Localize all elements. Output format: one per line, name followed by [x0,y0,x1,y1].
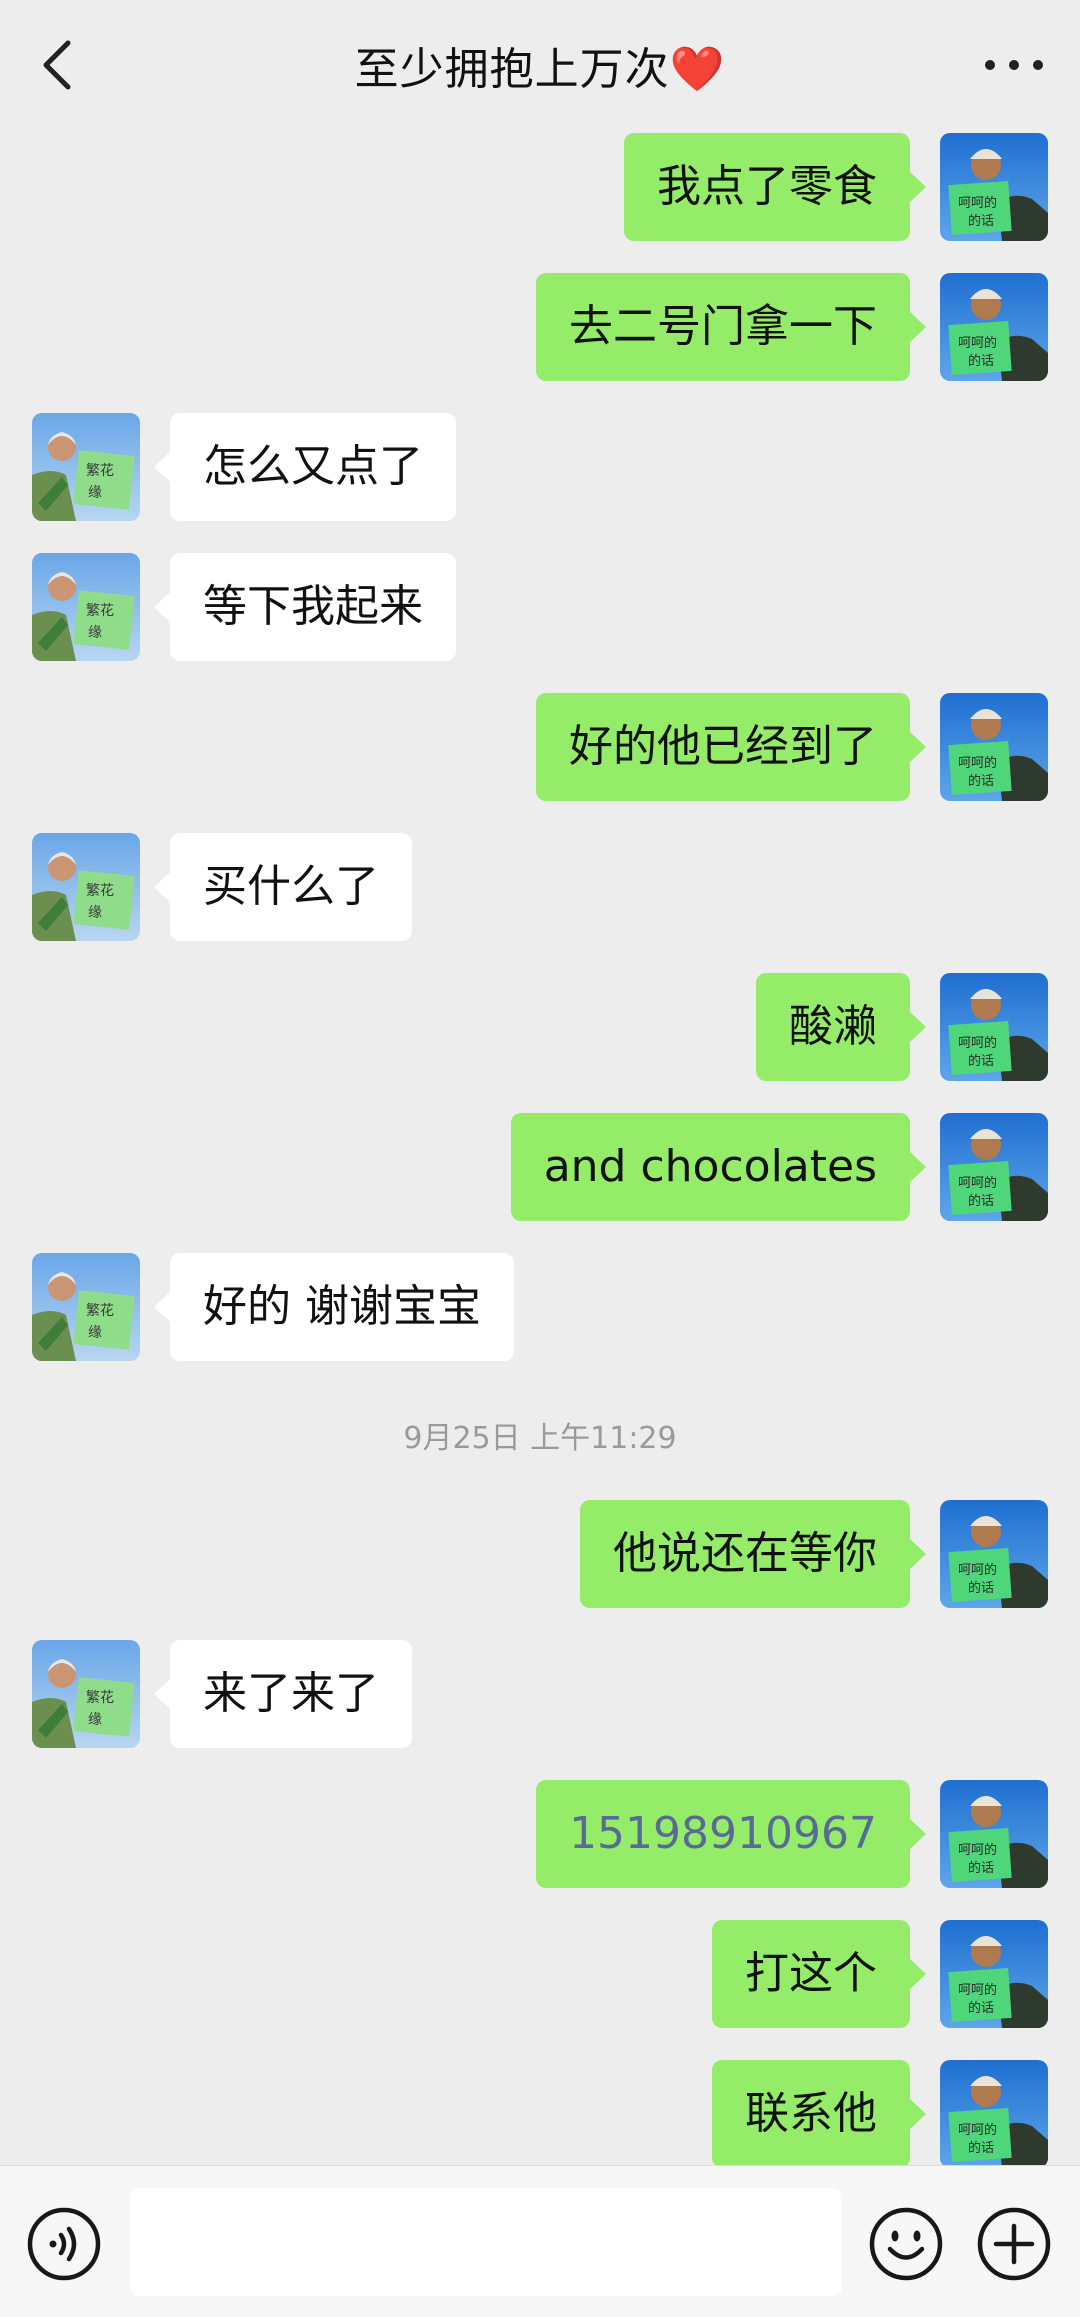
avatar[interactable] [32,1253,140,1361]
message-row: 买什么了 [0,833,1080,941]
chat-title-text: 至少拥抱上万次 [354,44,670,95]
message-row: 他说还在等你 [0,1500,1080,1608]
plus-icon [977,2207,1051,2281]
message-bubble[interactable]: 我点了零食 [624,133,926,241]
message-row: 来了来了 [0,1640,1080,1748]
message-bubble[interactable]: 酸濑 [756,973,926,1081]
emoji-button[interactable] [868,2206,944,2282]
message-row: 联系他 [0,2060,1080,2165]
back-button[interactable] [28,35,88,95]
message-bubble[interactable]: 来了来了 [154,1640,412,1748]
avatar[interactable] [940,1113,1048,1221]
message-row: 怎么又点了 [0,413,1080,521]
voice-button[interactable] [26,2206,102,2282]
avatar[interactable] [940,693,1048,801]
avatar[interactable] [940,2060,1048,2165]
input-bar [0,2165,1080,2317]
chevron-left-icon [43,40,71,90]
message-bubble[interactable]: 买什么了 [154,833,412,941]
avatar[interactable] [940,1780,1048,1888]
avatar[interactable] [940,973,1048,1081]
avatar[interactable] [940,1920,1048,2028]
chat-title: 至少拥抱上万次❤️ [355,33,726,97]
emoji-icon [869,2207,943,2281]
more-functions-button[interactable] [976,2206,1052,2282]
avatar[interactable] [32,833,140,941]
avatar[interactable] [32,553,140,661]
message-bubble[interactable]: 好的 谢谢宝宝 [154,1253,514,1361]
message-bubble[interactable]: 好的他已经到了 [536,693,926,801]
message-bubble[interactable]: 打这个 [712,1920,926,2028]
message-bubble[interactable]: 怎么又点了 [154,413,456,521]
heart-emoji: ❤️ [669,44,726,95]
avatar[interactable] [32,413,140,521]
message-input[interactable] [130,2188,842,2296]
ellipsis-icon [985,60,1043,70]
message-bubble[interactable]: and chocolates [510,1113,927,1221]
phone-number-link[interactable]: 15198910967 [536,1780,926,1888]
avatar[interactable] [32,1640,140,1748]
message-row: 打这个 [0,1920,1080,2028]
message-row: 好的 谢谢宝宝 [0,1253,1080,1361]
message-bubble[interactable]: 联系他 [712,2060,926,2165]
chat-header: 至少拥抱上万次❤️ [0,0,1080,130]
message-timestamp: 9月25日 上午11:29 [403,1421,677,1456]
message-row: 等下我起来 [0,553,1080,661]
more-options-button[interactable] [974,35,1054,95]
message-bubble[interactable]: 等下我起来 [154,553,456,661]
avatar[interactable] [940,1500,1048,1608]
message-row: 15198910967 [0,1780,1080,1888]
message-row: 好的他已经到了 [0,693,1080,801]
message-row: 去二号门拿一下 [0,273,1080,381]
voice-icon [27,2207,101,2281]
message-bubble[interactable]: 他说还在等你 [580,1500,926,1608]
message-row: 我点了零食 [0,133,1080,241]
avatar[interactable] [940,133,1048,241]
avatar[interactable] [940,273,1048,381]
message-list[interactable]: 我点了零食 去二号门拿一下 怎么又点了 等下我起来 好的他已经到了 买什么了 酸… [0,130,1080,2165]
message-bubble[interactable]: 去二号门拿一下 [536,273,926,381]
message-row: 酸濑 [0,973,1080,1081]
message-row: and chocolates [0,1113,1080,1221]
